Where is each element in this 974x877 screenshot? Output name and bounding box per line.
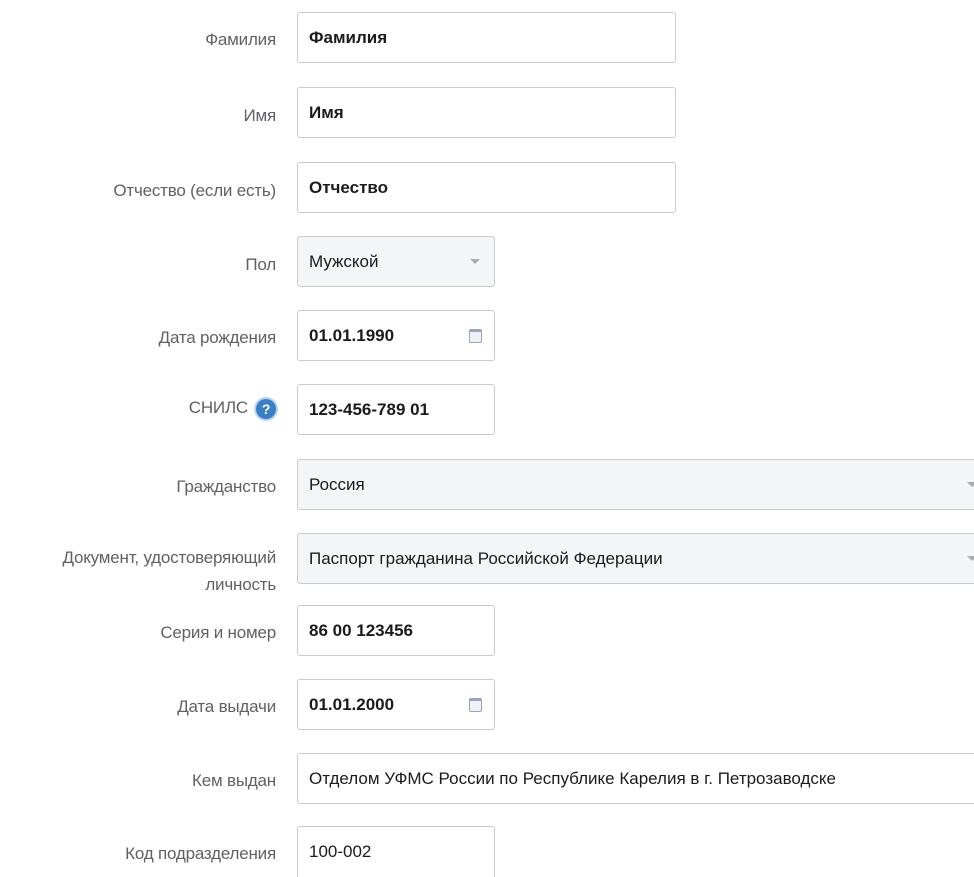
issue-date-label: Дата выдачи — [177, 697, 276, 716]
surname-label: Фамилия — [205, 30, 276, 49]
division-code-label: Код подразделения — [125, 844, 276, 863]
series-number-value: 86 00 123456 — [309, 620, 413, 640]
issue-date-input[interactable]: 01.01.2000 — [297, 679, 495, 730]
birth-date-value: 01.01.1990 — [309, 325, 395, 345]
surname-input[interactable]: Фамилия — [297, 12, 676, 63]
chevron-down-icon — [967, 482, 974, 487]
patronymic-value: Отчество — [309, 177, 389, 197]
citizenship-value: Россия — [309, 474, 365, 494]
snils-value: 123-456-789 01 — [309, 399, 430, 419]
citizenship-select[interactable]: Россия — [297, 459, 974, 510]
patronymic-input[interactable]: Отчество — [297, 162, 676, 213]
issued-by-label: Кем выдан — [192, 771, 276, 790]
issued-by-value: Отделом УФМС России по Республике Карели… — [309, 768, 836, 788]
calendar-icon[interactable] — [469, 328, 482, 343]
series-number-label: Серия и номер — [160, 623, 276, 642]
id-document-select[interactable]: Паспорт гражданина Российской Федерации — [297, 533, 974, 584]
patronymic-label: Отчество (если есть) — [113, 181, 276, 200]
question-circle-icon[interactable]: ? — [256, 398, 276, 419]
chevron-down-icon — [470, 259, 480, 264]
issue-date-value: 01.01.2000 — [309, 694, 395, 714]
name-label: Имя — [243, 106, 276, 125]
id-document-label: Документ, удостоверяющий личность — [62, 544, 276, 598]
citizenship-label: Гражданство — [176, 477, 276, 496]
issued-by-input[interactable]: Отделом УФМС России по Республике Карели… — [297, 753, 974, 804]
id-document-label-line2: личность — [205, 575, 276, 594]
gender-select[interactable]: Мужской — [297, 236, 495, 287]
chevron-down-icon — [967, 556, 974, 561]
gender-label: Пол — [245, 255, 276, 274]
surname-value: Фамилия — [309, 27, 388, 47]
name-input[interactable]: Имя — [297, 87, 676, 138]
id-document-value: Паспорт гражданина Российской Федерации — [309, 548, 663, 568]
division-code-input[interactable]: 100-002 — [297, 826, 495, 877]
id-document-label-line1: Документ, удостоверяющий — [62, 548, 276, 567]
division-code-value: 100-002 — [309, 842, 372, 861]
birth-date-label: Дата рождения — [158, 328, 277, 347]
snils-input[interactable]: 123-456-789 01 — [297, 384, 495, 435]
birth-date-input[interactable]: 01.01.1990 — [297, 310, 495, 361]
snils-label-text: СНИЛС — [188, 398, 248, 417]
gender-value: Мужской — [309, 251, 379, 271]
calendar-icon[interactable] — [469, 697, 482, 712]
snils-label: СНИЛС? — [189, 398, 276, 419]
name-value: Имя — [309, 102, 344, 122]
series-number-input[interactable]: 86 00 123456 — [297, 605, 495, 656]
